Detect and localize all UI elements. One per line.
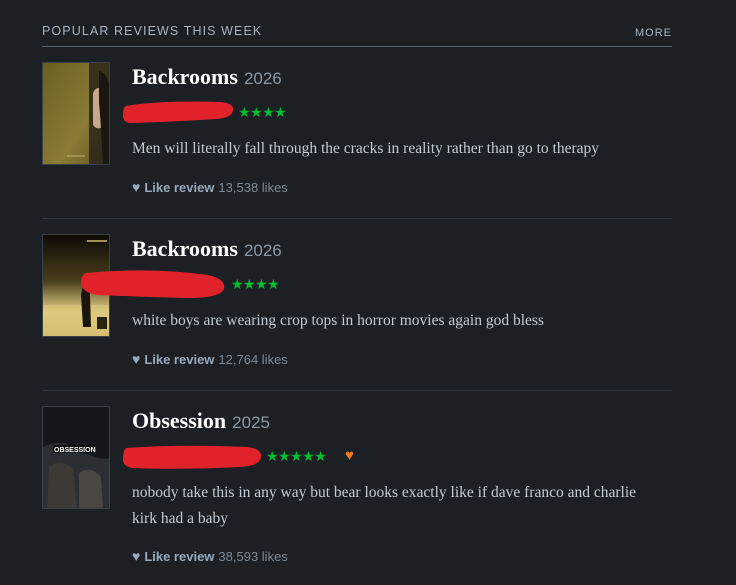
- rating-stars: ★★★★★: [266, 448, 327, 464]
- film-year[interactable]: 2026: [244, 241, 282, 260]
- film-poster[interactable]: [42, 62, 110, 165]
- review-text[interactable]: white boys are wearing crop tops in horr…: [132, 308, 662, 334]
- like-review-button[interactable]: ♥ Like review: [132, 351, 215, 367]
- like-review-label: Like review: [144, 549, 215, 564]
- review-item: Backrooms 2026 ★★★★ white boys are wearin…: [42, 218, 672, 391]
- like-count[interactable]: 13,538 likes: [218, 180, 287, 195]
- film-title-line: Backrooms 2026: [132, 236, 282, 262]
- rating-stars: ★★★★: [231, 276, 280, 292]
- poster-image: [43, 63, 109, 164]
- film-title[interactable]: Backrooms: [132, 236, 238, 261]
- svg-text:OBSESSION: OBSESSION: [54, 447, 96, 454]
- review-item: OBSESSION Obsession 2025 ★★★★★ ♥ nobody t…: [42, 390, 672, 564]
- like-count[interactable]: 12,764 likes: [218, 352, 287, 367]
- heart-icon: ♥: [132, 548, 141, 564]
- film-title-line: Obsession 2025: [132, 408, 270, 434]
- like-row: ♥ Like review 12,764 likes: [132, 351, 288, 367]
- redacted-author-name[interactable]: [120, 98, 236, 126]
- section-title: POPULAR REVIEWS THIS WEEK: [42, 24, 263, 38]
- redacted-author-name[interactable]: [120, 442, 264, 472]
- heart-icon: ♥: [132, 179, 141, 195]
- rating-stars: ★★★★: [238, 104, 287, 120]
- film-title[interactable]: Backrooms: [132, 64, 238, 89]
- review-text[interactable]: Men will literally fall through the crac…: [132, 136, 662, 162]
- liked-heart-icon: ♥: [345, 447, 354, 464]
- film-year[interactable]: 2025: [232, 413, 270, 432]
- like-count[interactable]: 38,593 likes: [218, 549, 287, 564]
- redacted-author-name[interactable]: [78, 265, 230, 303]
- section-header: POPULAR REVIEWS THIS WEEK MORE: [42, 24, 672, 47]
- film-title-line: Backrooms 2026: [132, 64, 282, 90]
- review-item: Backrooms 2026 ★★★★ Men will literally fa…: [42, 46, 672, 219]
- like-row: ♥ Like review 38,593 likes: [132, 548, 288, 564]
- like-row: ♥ Like review 13,538 likes: [132, 179, 288, 195]
- film-year[interactable]: 2026: [244, 69, 282, 88]
- poster-image: OBSESSION: [43, 407, 109, 508]
- like-review-button[interactable]: ♥ Like review: [132, 179, 215, 195]
- like-review-button[interactable]: ♥ Like review: [132, 548, 215, 564]
- like-review-label: Like review: [144, 352, 215, 367]
- heart-icon: ♥: [132, 351, 141, 367]
- review-text[interactable]: nobody take this in any way but bear loo…: [132, 480, 662, 532]
- film-poster[interactable]: OBSESSION: [42, 406, 110, 509]
- like-review-label: Like review: [144, 180, 215, 195]
- film-title[interactable]: Obsession: [132, 408, 226, 433]
- more-link[interactable]: MORE: [635, 27, 672, 39]
